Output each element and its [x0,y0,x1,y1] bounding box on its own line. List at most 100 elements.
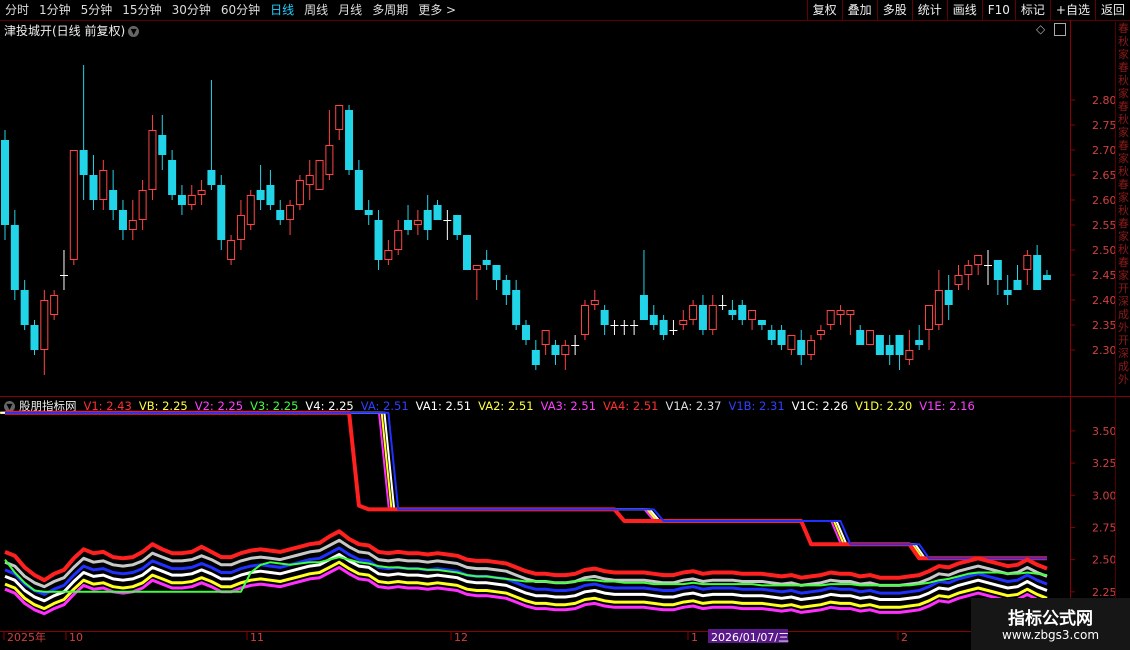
candle-body [325,145,334,175]
candle-body [413,220,422,225]
candle-body [492,265,501,280]
candle-body [1023,255,1032,270]
candle-body [639,295,648,320]
candle-body [669,330,678,331]
candle-body [295,180,304,205]
indicator-tick-label: 3.50 [1092,425,1117,438]
candle-body [767,330,776,340]
candle-body [227,240,236,260]
candle-body [276,210,285,220]
candle-body [148,130,157,190]
price-tick-label: 2.30 [1092,344,1117,357]
candle-body [20,290,29,325]
candle-body [158,135,167,155]
candle-body [40,300,49,350]
candle-body [885,345,894,355]
price-tick-label: 2.80 [1092,94,1117,107]
candle-body [689,305,698,320]
price-tick-label: 2.75 [1092,119,1117,132]
candle-body [630,325,639,326]
candle-body [934,290,943,325]
series-line-va4 [5,410,1047,561]
candle-body [797,340,806,355]
candle-body [964,265,973,275]
candle-body [315,160,324,190]
candle-body [698,305,707,330]
candle-body [571,345,580,346]
candle-body [974,255,983,265]
candle-body [836,310,845,315]
candle-body [443,220,452,221]
candle-body [551,345,560,355]
watermark-url: www.zbgs3.com [1001,628,1100,642]
candle-body [512,290,521,325]
candle-body [1042,275,1051,280]
candle-body [944,290,953,305]
candle-body [649,315,658,325]
price-tick-label: 2.65 [1092,169,1117,182]
price-tick-label: 2.55 [1092,219,1117,232]
candle-body [246,195,255,225]
candle-body [954,275,963,285]
indicator-step-line [0,411,1041,560]
candle-body [816,330,825,335]
candle-body [138,190,147,220]
time-tick-label: 2025年 [7,630,46,644]
candle-body [256,190,265,200]
price-tick-label: 2.40 [1092,294,1117,307]
candle-body [217,185,226,240]
candle-body [364,210,373,215]
candle-body [453,215,462,235]
candle-body [1,140,9,225]
indicator-tick-label: 3.25 [1092,457,1117,470]
candle-body [187,195,196,205]
candle-body [50,295,59,315]
candle-body [423,210,432,230]
series-line-va [5,411,1047,560]
time-tick-label: 2026/01/07/三 [711,631,789,644]
price-tick-label: 2.70 [1092,144,1117,157]
time-tick-label: 11 [250,631,264,644]
candle-body [10,225,19,290]
candle-body [1013,280,1022,290]
layout-icon[interactable] [1054,23,1066,36]
candle-body [826,310,835,325]
indicator-tick-label: 2.50 [1092,554,1117,567]
candle-body [463,235,472,270]
candle-body [738,305,747,320]
indicator-tick-label: 2.25 [1092,586,1117,599]
candle-body [659,320,668,335]
candle-body [128,220,137,230]
candle-body [69,150,78,260]
indicator-step-line [0,411,1038,560]
diamond-icon[interactable]: ◇ [1036,22,1045,36]
candle-body [787,335,796,350]
watermark-title: 指标公式网 [1008,609,1093,629]
candle-body [1003,290,1012,295]
chart-canvas: 2.80 2.75 2.70 2.65 2.60 2.55 2.50 2.45 2.40 2.35… [0,20,1130,644]
candle-body [30,325,39,350]
candle-body [728,310,737,315]
candle-body [925,305,934,330]
time-tick-label: 10 [69,631,83,644]
right-info-strip: 春秋家春秋家春秋家春家秋春家秋春家秋春家开深成外开深成外 [1115,22,1130,632]
candle-body [866,330,875,345]
candle-body [541,330,550,345]
time-tick-label: 12 [454,631,468,644]
candle-body [384,250,393,260]
candle-body [580,305,589,335]
candle-body [748,310,757,320]
indicator-tick-label: 2.75 [1092,521,1117,534]
price-tick-label: 2.35 [1092,319,1117,332]
candle-body [197,190,206,195]
candle-body [394,230,403,250]
candle-body [807,340,816,355]
right-strip-text: 春秋家春秋家春秋家春家秋春家秋春家秋春家开深成外开深成外 [1118,22,1129,386]
candle-body [99,170,108,200]
candle-body [521,325,530,340]
candle-body [895,335,904,355]
candle-body [335,105,344,130]
candle-body [757,320,766,325]
candle-body [905,350,914,360]
candle-body [531,350,540,365]
